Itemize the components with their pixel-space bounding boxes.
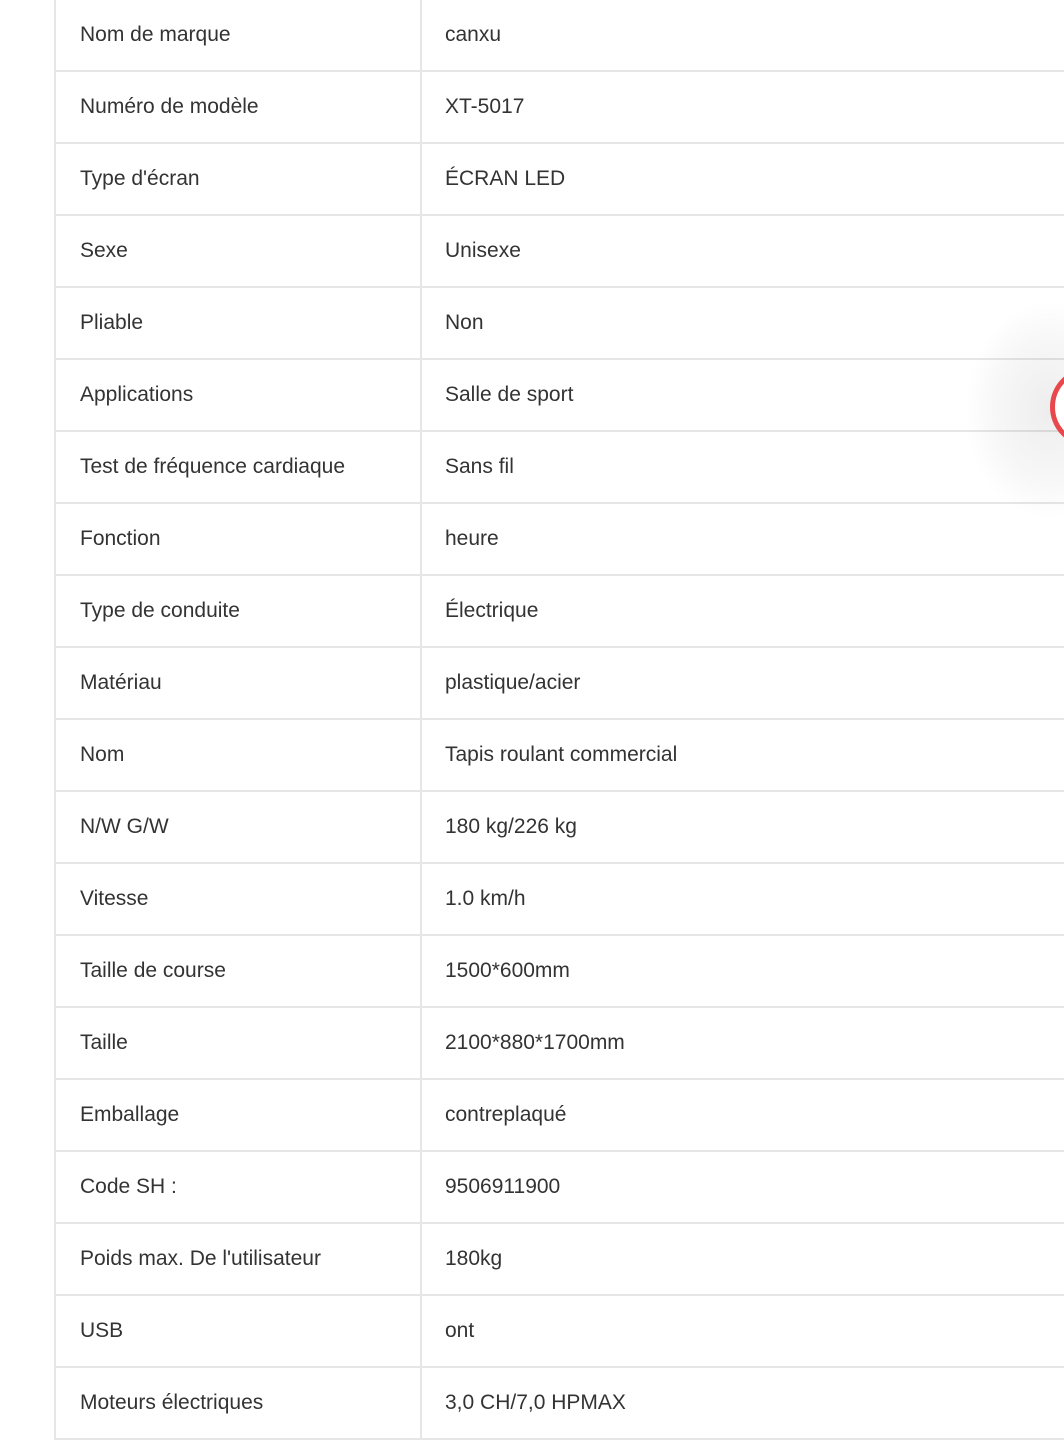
table-row: Poids max. De l'utilisateur 180kg	[54, 1222, 1064, 1296]
table-row: Sexe Unisexe	[54, 214, 1064, 288]
spec-value: Salle de sport	[420, 358, 1064, 432]
spec-value: ont	[420, 1294, 1064, 1368]
spec-value: 9506911900	[420, 1150, 1064, 1224]
spec-label: Nom	[54, 718, 422, 792]
table-row: Pliable Non	[54, 286, 1064, 360]
spec-value: Électrique	[420, 574, 1064, 648]
table-row: Taille de course 1500*600mm	[54, 934, 1064, 1008]
spec-label: Taille de course	[54, 934, 422, 1008]
table-row: Code SH : 9506911900	[54, 1150, 1064, 1224]
spec-label: USB	[54, 1294, 422, 1368]
spec-value: XT-5017	[420, 70, 1064, 144]
spec-value: 180kg	[420, 1222, 1064, 1296]
spec-value: 180 kg/226 kg	[420, 790, 1064, 864]
spec-value: Tapis roulant commercial	[420, 718, 1064, 792]
spec-value: 1500*600mm	[420, 934, 1064, 1008]
table-row: Vitesse 1.0 km/h	[54, 862, 1064, 936]
spec-value: plastique/acier	[420, 646, 1064, 720]
spec-table: Nom de marque canxu Numéro de modèle XT-…	[54, 0, 1064, 1440]
spec-value: canxu	[420, 0, 1064, 72]
spec-label: Pliable	[54, 286, 422, 360]
table-row: Emballage contreplaqué	[54, 1078, 1064, 1152]
spec-label: Fonction	[54, 502, 422, 576]
spec-table-body: Nom de marque canxu Numéro de modèle XT-…	[54, 0, 1064, 1440]
table-row: Nom Tapis roulant commercial	[54, 718, 1064, 792]
table-row: Nom de marque canxu	[54, 0, 1064, 72]
table-row: Taille 2100*880*1700mm	[54, 1006, 1064, 1080]
spec-value: 2100*880*1700mm	[420, 1006, 1064, 1080]
spec-label: Test de fréquence cardiaque	[54, 430, 422, 504]
table-row: Matériau plastique/acier	[54, 646, 1064, 720]
table-row: USB ont	[54, 1294, 1064, 1368]
table-row: Type de conduite Électrique	[54, 574, 1064, 648]
spec-label: Type d'écran	[54, 142, 422, 216]
spec-label: Moteurs électriques	[54, 1366, 422, 1440]
spec-label: Emballage	[54, 1078, 422, 1152]
spec-label: Nom de marque	[54, 0, 422, 72]
spec-value: Non	[420, 286, 1064, 360]
spec-label: Taille	[54, 1006, 422, 1080]
table-row: N/W G/W 180 kg/226 kg	[54, 790, 1064, 864]
spec-value: 3,0 CH/7,0 HPMAX	[420, 1366, 1064, 1440]
spec-label: Vitesse	[54, 862, 422, 936]
spec-label: Type de conduite	[54, 574, 422, 648]
spec-label: Matériau	[54, 646, 422, 720]
spec-label: Poids max. De l'utilisateur	[54, 1222, 422, 1296]
table-row: Fonction heure	[54, 502, 1064, 576]
spec-value: Sans fil	[420, 430, 1064, 504]
spec-label: Applications	[54, 358, 422, 432]
table-row: Test de fréquence cardiaque Sans fil	[54, 430, 1064, 504]
spec-label: N/W G/W	[54, 790, 422, 864]
table-row: Moteurs électriques 3,0 CH/7,0 HPMAX	[54, 1366, 1064, 1440]
spec-value: Unisexe	[420, 214, 1064, 288]
spec-label: Numéro de modèle	[54, 70, 422, 144]
spec-label: Code SH :	[54, 1150, 422, 1224]
spec-value: contreplaqué	[420, 1078, 1064, 1152]
product-spec-page: Nom de marque canxu Numéro de modèle XT-…	[0, 0, 1064, 1444]
table-row: Numéro de modèle XT-5017	[54, 70, 1064, 144]
table-row: Applications Salle de sport	[54, 358, 1064, 432]
table-row: Type d'écran ÉCRAN LED	[54, 142, 1064, 216]
spec-value: heure	[420, 502, 1064, 576]
spec-value: 1.0 km/h	[420, 862, 1064, 936]
spec-value: ÉCRAN LED	[420, 142, 1064, 216]
spec-label: Sexe	[54, 214, 422, 288]
